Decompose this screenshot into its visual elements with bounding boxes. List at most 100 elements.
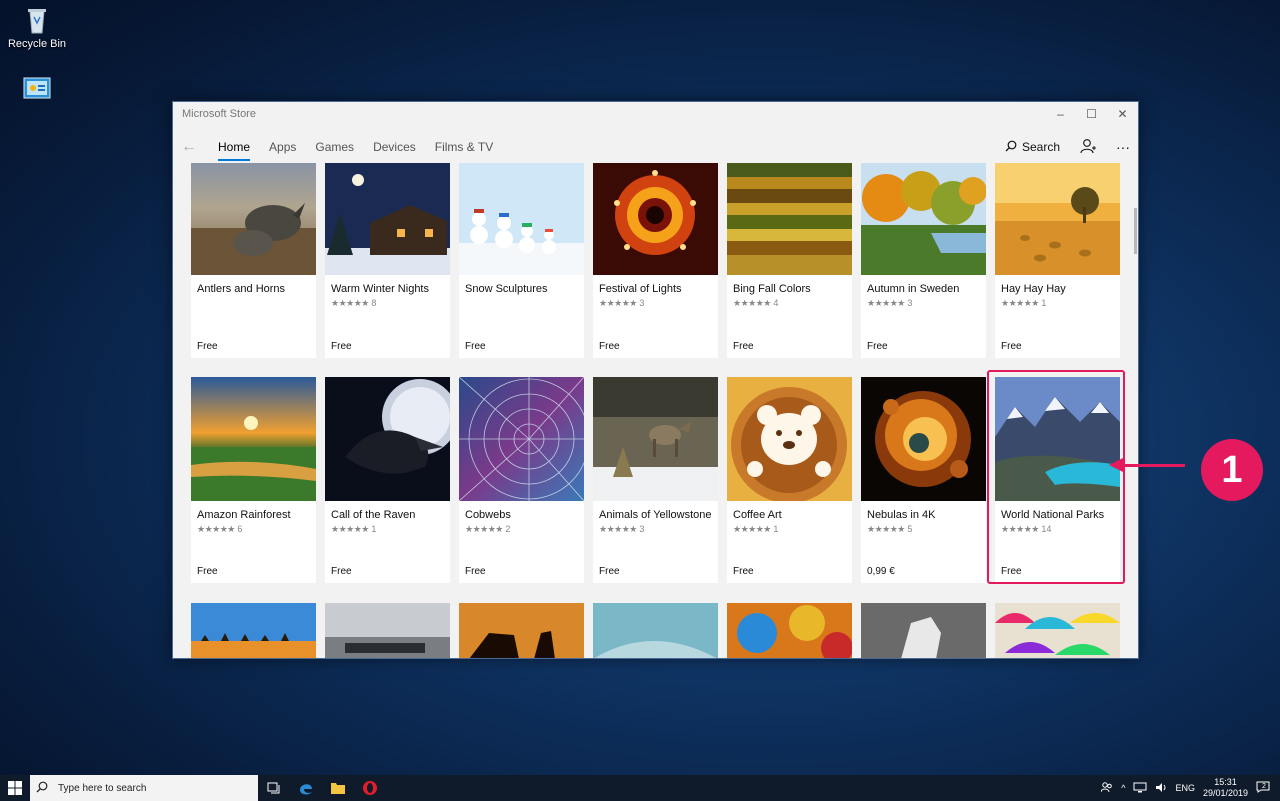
product-price: Free [867, 341, 888, 352]
product-tile[interactable] [459, 603, 584, 658]
chevron-up-icon[interactable]: ^ [1121, 783, 1125, 793]
product-image [325, 163, 450, 275]
product-image [191, 603, 316, 658]
product-image [593, 603, 718, 658]
product-tile[interactable]: Call of the Raven ★★★★★ 1 Free [325, 377, 458, 583]
window-title: Microsoft Store [182, 108, 256, 120]
product-tile[interactable]: Festival of Lights ★★★★★ 3 Free [593, 163, 718, 358]
product-tile[interactable] [325, 603, 450, 658]
product-price: Free [599, 566, 620, 577]
title-bar: Microsoft Store – ☐ ✕ [173, 102, 1138, 126]
product-tile[interactable] [727, 603, 852, 658]
product-image [191, 163, 316, 275]
product-rating: ★★★★★ 4 [733, 298, 779, 308]
search-icon [1005, 140, 1017, 155]
product-name: Warm Winter Nights [331, 283, 429, 295]
task-view-icon[interactable] [258, 775, 290, 801]
product-rating: ★★★★★ 1 [331, 524, 377, 534]
search-icon [36, 781, 48, 796]
product-price: Free [599, 341, 620, 352]
control-panel-icon [22, 77, 52, 107]
product-name: Snow Sculptures [465, 283, 548, 295]
tab-home[interactable]: Home [218, 134, 251, 161]
product-price: Free [733, 566, 754, 577]
more-options-button[interactable]: ··· [1116, 139, 1130, 155]
tab-games[interactable]: Games [315, 134, 354, 161]
step-number-badge: 1 [1201, 439, 1263, 501]
back-arrow-icon[interactable]: ← [181, 138, 201, 156]
product-tile[interactable]: Bing Fall Colors ★★★★★ 4 Free [727, 163, 852, 358]
recycle-bin-label: Recycle Bin [7, 38, 67, 50]
minimize-button[interactable]: – [1045, 102, 1076, 126]
taskbar: Type here to search ^ ENG 15:31 29/01/20… [0, 775, 1280, 801]
scrollbar[interactable] [1134, 208, 1137, 254]
product-rating: ★★★★★ 1 [1001, 298, 1047, 308]
clock-date: 29/01/2019 [1202, 788, 1248, 798]
product-tile[interactable]: Amazon Rainforest ★★★★★ 6 Free [191, 377, 316, 583]
product-rating: ★★★★★ 6 [197, 524, 243, 534]
notification-count: 2 [1262, 783, 1266, 790]
product-tile[interactable] [593, 603, 718, 658]
clock[interactable]: 15:31 29/01/2019 [1203, 777, 1248, 799]
product-name: Bing Fall Colors [733, 283, 811, 295]
product-tile[interactable] [995, 603, 1120, 658]
product-tile[interactable] [191, 603, 316, 658]
product-image [995, 603, 1120, 658]
arrow-line [1123, 464, 1185, 467]
taskbar-search-box[interactable]: Type here to search [30, 775, 258, 801]
product-image [191, 377, 316, 501]
product-tile[interactable]: Warm Winter Nights ★★★★★ 8 Free [325, 163, 450, 358]
tab-films-tv[interactable]: Films & TV [435, 134, 493, 161]
windows-start-icon[interactable] [0, 775, 30, 801]
product-rating: ★★★★★ 2 [465, 524, 511, 534]
product-rating: ★★★★★ 3 [599, 524, 645, 534]
product-image [593, 163, 718, 275]
tab-apps[interactable]: Apps [269, 134, 296, 161]
product-tile[interactable]: Snow Sculptures Free [459, 163, 584, 358]
product-tile[interactable]: Cobwebs ★★★★★ 2 Free [458, 376, 590, 583]
product-image [995, 163, 1120, 275]
product-name: Hay Hay Hay [1001, 283, 1066, 295]
product-image [325, 377, 458, 501]
product-image [861, 377, 986, 501]
product-tile[interactable]: Animals of Yellowstone ★★★★★ 3 Free [593, 377, 718, 583]
network-icon[interactable] [1133, 782, 1147, 795]
product-price: Free [733, 341, 754, 352]
clock-time: 15:31 [1214, 777, 1237, 787]
product-name: Autumn in Sweden [867, 283, 960, 295]
search-label: Search [1021, 140, 1060, 154]
desktop-app-icon[interactable] [0, 77, 74, 110]
maximize-button[interactable]: ☐ [1076, 102, 1107, 126]
nav-bar: ← Home Apps Games Devices Films & TV Sea… [173, 126, 1138, 168]
product-price: Free [197, 341, 218, 352]
product-price: Free [465, 566, 486, 577]
file-explorer-icon[interactable] [322, 775, 354, 801]
opera-browser-icon[interactable] [354, 775, 386, 801]
recycle-bin-icon[interactable]: Recycle Bin [0, 5, 74, 50]
tab-devices[interactable]: Devices [373, 134, 416, 161]
product-tile[interactable]: Hay Hay Hay ★★★★★ 1 Free [995, 163, 1120, 358]
product-tile[interactable]: Coffee Art ★★★★★ 1 Free [727, 377, 852, 583]
product-image [459, 163, 584, 275]
close-button[interactable]: ✕ [1107, 102, 1138, 126]
product-image [727, 163, 852, 275]
highlight-box [987, 370, 1125, 584]
search-button[interactable]: Search [1005, 140, 1060, 155]
product-image [861, 163, 987, 275]
notification-center-icon[interactable]: 2 [1256, 781, 1272, 795]
taskbar-search-placeholder: Type here to search [58, 782, 147, 794]
product-name: Antlers and Horns [197, 283, 286, 295]
people-icon[interactable] [1100, 781, 1113, 795]
product-tile[interactable] [861, 603, 986, 658]
language-indicator[interactable]: ENG [1175, 783, 1195, 793]
product-rating: ★★★★★ 3 [867, 298, 913, 308]
product-tile[interactable]: Nebulas in 4K ★★★★★ 5 0,99 € [861, 377, 986, 583]
product-tile[interactable]: Autumn in Sweden ★★★★★ 3 Free [861, 163, 987, 358]
edge-browser-icon[interactable] [290, 775, 322, 801]
product-rating: ★★★★★ 8 [331, 298, 377, 308]
account-icon[interactable] [1080, 138, 1096, 157]
product-image [861, 603, 986, 658]
volume-icon[interactable] [1155, 782, 1167, 795]
product-tile[interactable]: Antlers and Horns Free [191, 163, 316, 358]
product-price: Free [331, 566, 352, 577]
